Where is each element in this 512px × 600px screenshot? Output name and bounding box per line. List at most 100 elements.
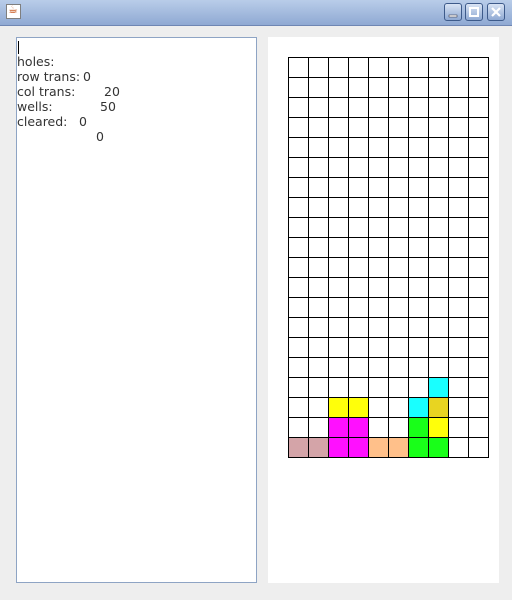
board-cell	[308, 357, 329, 378]
board-cell	[388, 57, 409, 78]
board-cell	[328, 177, 349, 198]
board-cell	[288, 237, 309, 258]
board-cell	[448, 177, 469, 198]
board-cell	[448, 397, 469, 418]
board-cell	[408, 157, 429, 178]
board-cell	[368, 197, 389, 218]
board-cell	[368, 257, 389, 278]
board-cell	[368, 117, 389, 138]
stats-text-area[interactable]: holes: 0 row trans: 20 col trans: 50 wel…	[16, 37, 257, 583]
board-cell	[468, 117, 489, 138]
board-cell	[328, 197, 349, 218]
board-cell	[468, 77, 489, 98]
board-cell	[408, 197, 429, 218]
board-cell	[408, 217, 429, 238]
board-cell	[448, 197, 469, 218]
board-cell	[368, 57, 389, 78]
board-cell	[368, 237, 389, 258]
board-cell	[388, 357, 409, 378]
board-cell	[428, 197, 449, 218]
board-cell	[328, 357, 349, 378]
board-cell	[388, 97, 409, 118]
board-cell	[288, 217, 309, 238]
board-cell	[468, 57, 489, 78]
board-cell	[348, 157, 369, 178]
board-cell	[288, 137, 309, 158]
board-cell	[348, 257, 369, 278]
board-cell	[288, 357, 309, 378]
board-cell	[368, 77, 389, 98]
tetris-board	[288, 57, 489, 458]
close-icon	[491, 7, 501, 17]
board-cell	[308, 397, 329, 418]
board-cell	[388, 297, 409, 318]
stat-col-trans: col trans: 50	[17, 69, 116, 114]
board-cell	[368, 397, 389, 418]
board-cell	[388, 117, 409, 138]
board-cell	[448, 437, 469, 458]
minimize-icon	[448, 14, 458, 18]
stat-holes: holes: 0	[17, 39, 91, 84]
board-cell	[468, 317, 489, 338]
board-cell	[328, 157, 349, 178]
board-cell	[308, 377, 329, 398]
java-app-icon[interactable]	[6, 3, 21, 19]
board-cell	[328, 77, 349, 98]
board-cell	[288, 377, 309, 398]
board-cell	[368, 437, 389, 458]
board-cell	[308, 217, 329, 238]
board-cell	[288, 97, 309, 118]
board-cell	[428, 57, 449, 78]
title-bar[interactable]	[0, 0, 512, 26]
board-cell	[328, 117, 349, 138]
board-cell	[408, 277, 429, 298]
board-cell	[348, 217, 369, 238]
board-cell	[288, 77, 309, 98]
board-cell	[428, 377, 449, 398]
board-cell	[308, 417, 329, 438]
board-cell	[428, 417, 449, 438]
stat-wells: wells: 0	[17, 84, 87, 129]
board-cell	[308, 317, 329, 338]
board-cell	[368, 177, 389, 198]
board-cell	[288, 397, 309, 418]
board-cell	[328, 217, 349, 238]
stat-value: 0	[79, 114, 87, 129]
board-cell	[428, 297, 449, 318]
board-cell	[428, 357, 449, 378]
board-cell	[288, 117, 309, 138]
board-cell	[408, 377, 429, 398]
board-cell	[468, 357, 489, 378]
board-cell	[468, 157, 489, 178]
board-cell	[468, 97, 489, 118]
board-cell	[388, 337, 409, 358]
board-cell	[448, 297, 469, 318]
board-cell	[448, 57, 469, 78]
board-cell	[448, 117, 469, 138]
board-cell	[428, 257, 449, 278]
board-cell	[388, 377, 409, 398]
close-button[interactable]	[487, 3, 505, 21]
board-cell	[388, 217, 409, 238]
board-cell	[348, 437, 369, 458]
maximize-button[interactable]	[465, 3, 483, 21]
board-cell	[408, 437, 429, 458]
board-cell	[408, 257, 429, 278]
board-cell	[368, 97, 389, 118]
board-cell	[308, 77, 329, 98]
board-cell	[288, 257, 309, 278]
board-panel	[268, 37, 499, 583]
board-cell	[388, 437, 409, 458]
minimize-button[interactable]	[444, 3, 462, 21]
board-cell	[288, 157, 309, 178]
board-cell	[288, 437, 309, 458]
board-cell	[408, 317, 429, 338]
board-cell	[408, 297, 429, 318]
board-cell	[348, 357, 369, 378]
board-cell	[348, 297, 369, 318]
stat-value: 50	[100, 99, 116, 114]
board-cell	[368, 337, 389, 358]
board-cell	[308, 97, 329, 118]
board-cell	[328, 257, 349, 278]
board-cell	[348, 117, 369, 138]
